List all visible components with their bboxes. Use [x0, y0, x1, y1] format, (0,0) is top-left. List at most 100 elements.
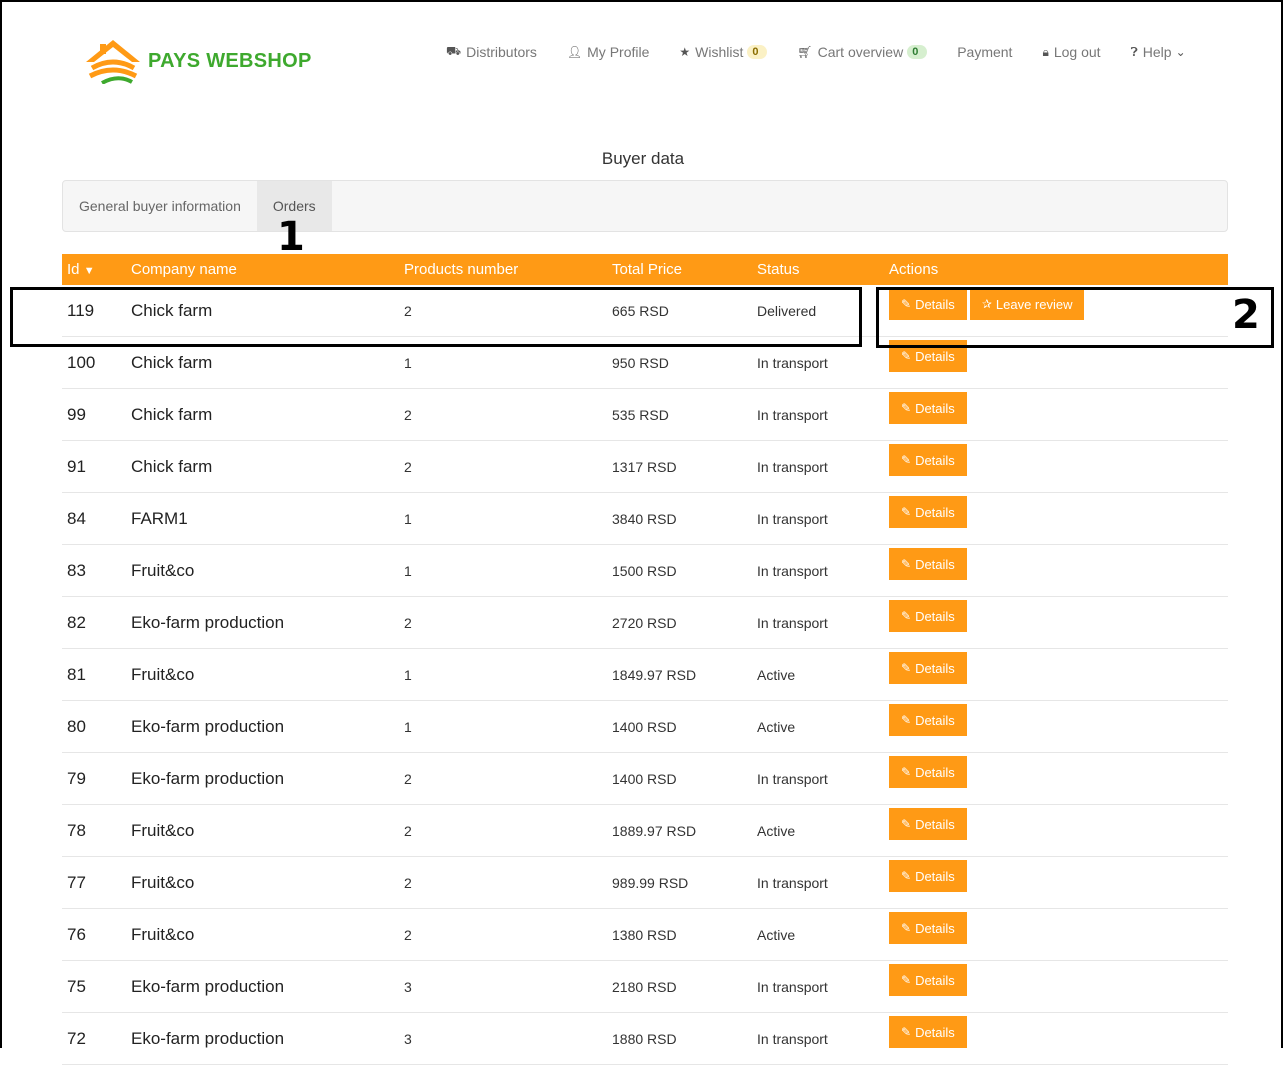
- table-row: 81 Fruit&co 1 1849.97 RSD Active ✎ Details: [62, 649, 1228, 701]
- products-number: 3: [404, 978, 412, 995]
- row-actions: ✎ Details: [889, 1016, 970, 1048]
- header-actions: Actions: [889, 261, 939, 278]
- details-label: Details: [915, 400, 955, 416]
- total-price: 1889.97 RSD: [612, 822, 697, 839]
- order-id: 82: [67, 612, 86, 632]
- order-status: In transport: [757, 770, 828, 787]
- products-number: 2: [404, 614, 412, 631]
- edit-icon: ✎: [901, 765, 912, 779]
- products-number: 2: [404, 458, 412, 475]
- table-row: 84 FARM1 1 3840 RSD In transport ✎ Details: [62, 493, 1228, 545]
- details-button[interactable]: ✎ Details: [889, 860, 967, 892]
- edit-icon: ✎: [901, 453, 912, 467]
- details-button[interactable]: ✎ Details: [889, 392, 967, 424]
- company-name: Eko-farm production: [131, 1028, 285, 1048]
- table-body: 119 Chick farm 2 665 RSD Delivered ✎ Details ✰ L…: [62, 285, 1228, 1065]
- table-row: 80 Eko-farm production 1 1400 RSD Active ✎ Det…: [62, 701, 1228, 753]
- sort-down-icon: ▼: [83, 265, 95, 277]
- products-number: 2: [404, 406, 412, 423]
- total-price: 1849.97 RSD: [612, 666, 697, 683]
- details-label: Details: [915, 660, 955, 676]
- products-number: 2: [404, 926, 412, 943]
- details-button[interactable]: ✎ Details: [889, 912, 967, 944]
- nav-wishlist-label: Wishlist: [695, 44, 744, 60]
- products-number: 2: [404, 770, 412, 787]
- orders-table: Id ▼ Company name Products number Total …: [62, 254, 1228, 1065]
- products-number: 1: [404, 562, 412, 579]
- order-status: Active: [757, 666, 796, 683]
- order-id: 76: [67, 924, 86, 944]
- question-circle-icon: ❓︎: [1130, 44, 1138, 59]
- row-actions: ✎ Details: [889, 496, 970, 528]
- edit-icon: ✎: [901, 921, 912, 935]
- table-row: 72 Eko-farm production 3 1880 RSD In transpo…: [62, 1013, 1228, 1065]
- nav-wishlist[interactable]: ★ Wishlist 0: [679, 44, 768, 60]
- details-button[interactable]: ✎ Details: [889, 444, 967, 476]
- table-row: 83 Fruit&co 1 1500 RSD In transport ✎ Details: [62, 545, 1228, 597]
- row-actions: ✎ Details: [889, 912, 970, 944]
- details-button[interactable]: ✎ Details: [889, 704, 967, 736]
- header-products-number: Products number: [404, 261, 519, 278]
- details-label: Details: [915, 1024, 955, 1040]
- row-actions: ✎ Details: [889, 652, 970, 684]
- details-button[interactable]: ✎ Details: [889, 756, 967, 788]
- row-actions: ✎ Details: [889, 756, 970, 788]
- header-id-label: Id: [67, 261, 80, 278]
- order-status: In transport: [757, 510, 828, 527]
- nav-help[interactable]: ❓︎ Help ⌄: [1131, 44, 1186, 60]
- details-button[interactable]: ✎ Details: [889, 808, 967, 840]
- row-actions: ✎ Details: [889, 444, 970, 476]
- nav-help-label: Help: [1142, 44, 1172, 60]
- brand-logo[interactable]: PAYS WEBSHOP: [84, 38, 312, 84]
- table-row: 91 Chick farm 2 1317 RSD In transport ✎ Detail…: [62, 441, 1228, 493]
- row-actions: ✎ Details: [889, 860, 970, 892]
- wishlist-count-badge: 0: [747, 45, 768, 59]
- edit-icon: ✎: [901, 557, 912, 571]
- edit-icon: ✎: [901, 505, 912, 519]
- cart-count-badge: 0: [907, 45, 928, 59]
- details-button[interactable]: ✎ Details: [889, 496, 967, 528]
- nav-payment-label: Payment: [957, 44, 1013, 60]
- row-actions: ✎ Details: [889, 704, 970, 736]
- details-button[interactable]: ✎ Details: [889, 600, 967, 632]
- order-id: 91: [67, 456, 86, 476]
- header-id[interactable]: Id ▼: [67, 261, 95, 278]
- details-button[interactable]: ✎ Details: [889, 964, 967, 996]
- nav-log-out[interactable]: 🔒︎ Log out: [1042, 44, 1100, 60]
- details-button[interactable]: ✎ Details: [889, 652, 967, 684]
- company-name: Fruit&co: [131, 924, 195, 944]
- order-status: In transport: [757, 978, 828, 995]
- company-name: Fruit&co: [131, 664, 195, 684]
- chevron-down-icon: ⌄: [1175, 45, 1186, 59]
- order-id: 81: [67, 664, 86, 684]
- total-price: 1400 RSD: [612, 770, 677, 787]
- total-price: 1400 RSD: [612, 718, 677, 735]
- total-price: 1317 RSD: [612, 458, 677, 475]
- row-actions: ✎ Details: [889, 964, 970, 996]
- edit-icon: ✎: [901, 349, 912, 363]
- nav-payment[interactable]: Payment: [957, 44, 1012, 60]
- company-name: Eko-farm production: [131, 976, 285, 996]
- total-price: 1500 RSD: [612, 562, 677, 579]
- details-button[interactable]: ✎ Details: [889, 548, 967, 580]
- row-actions: ✎ Details: [889, 392, 970, 424]
- star-icon: ★: [679, 45, 691, 59]
- highlight-box-2: [876, 287, 1274, 348]
- order-status: Active: [757, 718, 796, 735]
- order-id: 72: [67, 1028, 86, 1048]
- header-status: Status: [757, 261, 800, 278]
- company-name: Eko-farm production: [131, 716, 285, 736]
- details-label: Details: [915, 972, 955, 988]
- edit-icon: ✎: [901, 1025, 912, 1039]
- total-price: 3840 RSD: [612, 510, 677, 527]
- total-price: 2180 RSD: [612, 978, 677, 995]
- products-number: 2: [404, 874, 412, 891]
- nav-distributors[interactable]: ⛟ Distributors: [446, 44, 537, 60]
- company-name: Fruit&co: [131, 872, 195, 892]
- nav-my-profile[interactable]: 👤︎ My Profile: [567, 44, 649, 60]
- details-button[interactable]: ✎ Details: [889, 1016, 967, 1048]
- tab-general-buyer-information[interactable]: General buyer information: [63, 181, 257, 231]
- nav-cart-overview[interactable]: 🛒︎ Cart overview 0: [797, 44, 928, 60]
- table-row: 75 Eko-farm production 3 2180 RSD In transpo…: [62, 961, 1228, 1013]
- company-name: Fruit&co: [131, 560, 195, 580]
